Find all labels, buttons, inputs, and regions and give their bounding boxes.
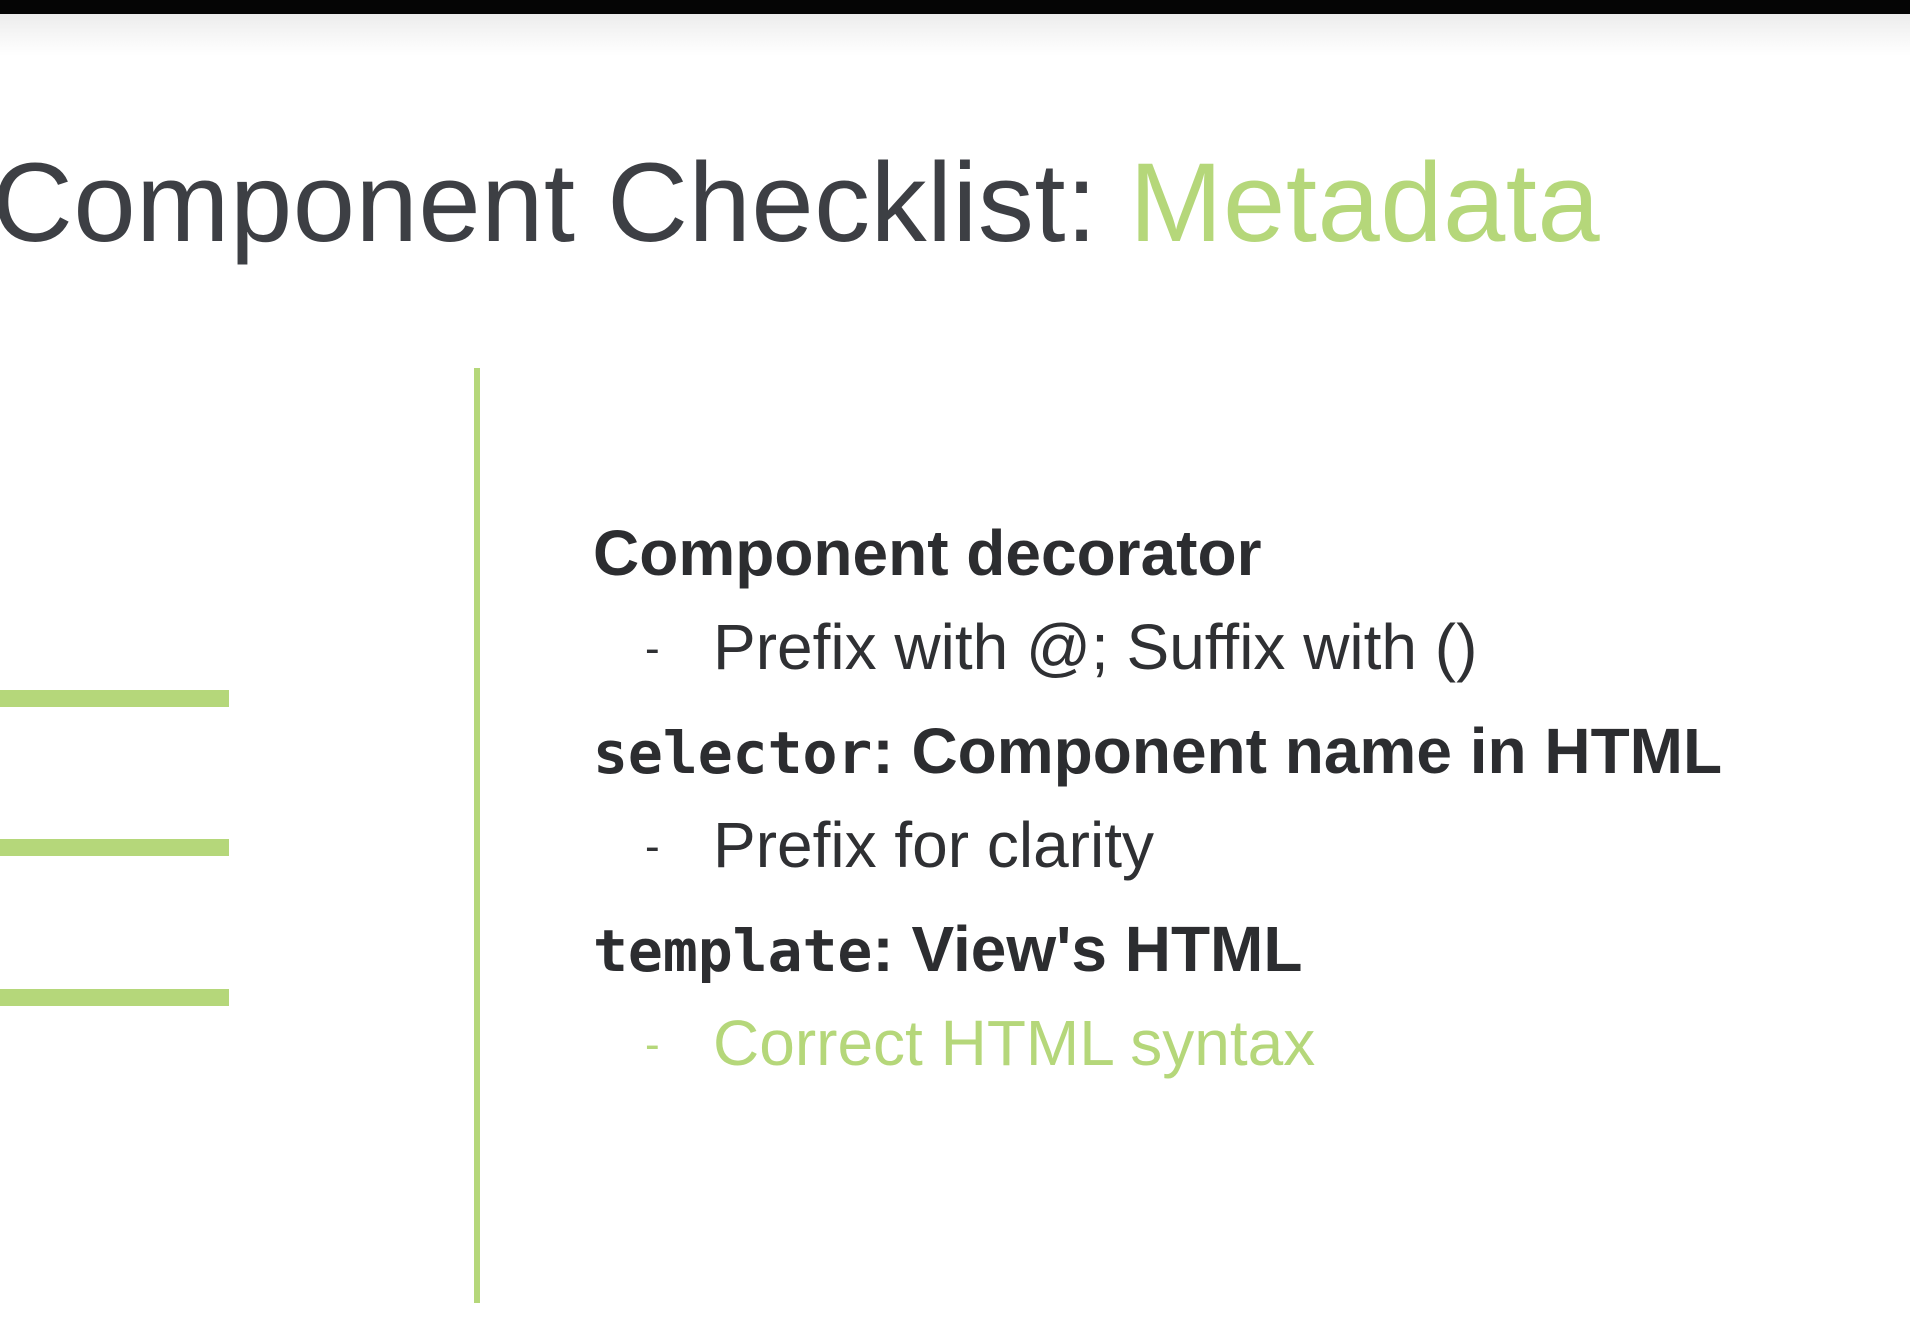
heading-label: : View's HTML [872, 913, 1303, 985]
decorative-line [0, 690, 229, 707]
title-main: Component Checklist: [0, 140, 1130, 265]
slide-title: Component Checklist: Metadata [0, 138, 1600, 268]
heading-label: : Component name in HTML [872, 715, 1723, 787]
checklist: Component decorator - Prefix with @; Suff… [593, 515, 1910, 1083]
heading-label: Component decorator [593, 517, 1262, 589]
slide: Component Checklist: Metadata Component … [0, 0, 1910, 1328]
dash-marker: - [645, 822, 660, 871]
code-keyword: selector [593, 719, 873, 787]
code-keyword: template [593, 917, 873, 985]
checklist-item-detail: - Correct HTML syntax [593, 1003, 1910, 1083]
checklist-item-heading: template: View's HTML [593, 911, 1910, 989]
detail-text: Correct HTML syntax [713, 1007, 1316, 1079]
detail-text: Prefix for clarity [713, 809, 1154, 881]
title-accent: Metadata [1129, 140, 1601, 265]
decorative-line [0, 989, 229, 1006]
checklist-item-heading: Component decorator [593, 515, 1910, 593]
checklist-item-heading: selector: Component name in HTML [593, 713, 1910, 791]
detail-text: Prefix with @; Suffix with () [713, 611, 1478, 683]
top-shadow [0, 14, 1910, 56]
vertical-divider [474, 368, 480, 1303]
top-bar [0, 0, 1910, 14]
checklist-item-detail: - Prefix with @; Suffix with () [593, 607, 1910, 687]
decorative-line [0, 839, 229, 856]
dash-marker: - [645, 624, 660, 673]
checklist-item-detail: - Prefix for clarity [593, 805, 1910, 885]
dash-marker: - [645, 1020, 660, 1069]
